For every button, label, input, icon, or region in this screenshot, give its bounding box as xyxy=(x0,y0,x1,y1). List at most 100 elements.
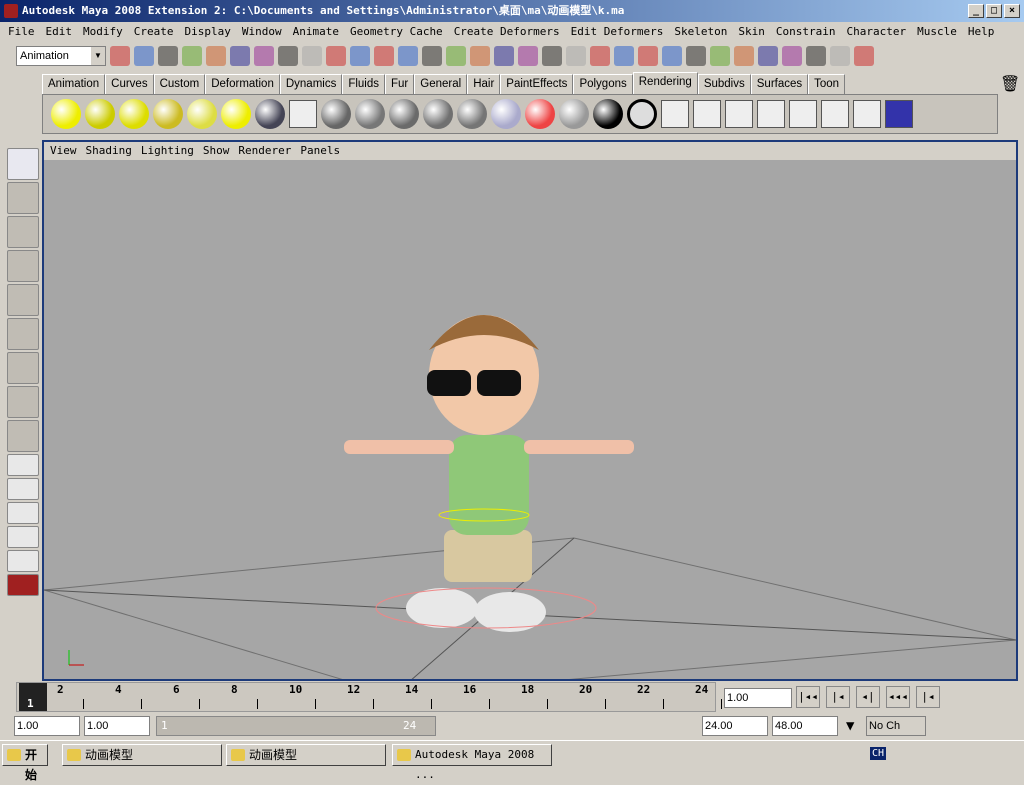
status-tool-icon[interactable] xyxy=(638,46,658,66)
taskbar-item[interactable]: 动画模型 xyxy=(62,744,222,766)
menu-create[interactable]: Create xyxy=(134,22,174,42)
menu-muscle[interactable]: Muscle xyxy=(917,22,957,42)
select-tool-icon[interactable] xyxy=(7,148,39,180)
menu-edit[interactable]: Edit xyxy=(46,22,73,42)
menu-character[interactable]: Character xyxy=(846,22,906,42)
light-icon[interactable] xyxy=(187,99,217,129)
tab-rendering[interactable]: Rendering xyxy=(632,72,698,95)
status-tool-icon[interactable] xyxy=(710,46,730,66)
move-tool-icon[interactable] xyxy=(7,250,39,282)
step-back-button[interactable]: |◂ xyxy=(826,686,850,708)
shader-ball-icon[interactable] xyxy=(423,99,453,129)
status-tool-icon[interactable] xyxy=(518,46,538,66)
status-tool-icon[interactable] xyxy=(782,46,802,66)
status-tool-icon[interactable] xyxy=(758,46,778,66)
menu-geometry-cache[interactable]: Geometry Cache xyxy=(350,22,443,42)
shader-ball-icon[interactable] xyxy=(491,99,521,129)
shader-ball-icon[interactable] xyxy=(321,99,351,129)
tab-painteffects[interactable]: PaintEffects xyxy=(500,74,574,95)
light-icon[interactable] xyxy=(51,99,81,129)
render-icon[interactable] xyxy=(661,100,689,128)
time-slider[interactable]: 1 2 4 6 8 10 12 14 16 18 20 22 24 xyxy=(16,682,722,712)
menu-animate[interactable]: Animate xyxy=(293,22,339,42)
menu-help[interactable]: Help xyxy=(968,22,995,42)
play-back-key-button[interactable]: ◂| xyxy=(856,686,880,708)
render-view-icon[interactable] xyxy=(853,100,881,128)
render-window-icon[interactable] xyxy=(289,100,317,128)
trash-icon[interactable]: 🗑 xyxy=(1000,74,1020,93)
tab-deformation[interactable]: Deformation xyxy=(205,74,280,95)
taskbar-item[interactable]: 动画模型 xyxy=(226,744,386,766)
play-back-button[interactable]: |◂ xyxy=(916,686,940,708)
status-tool-icon[interactable] xyxy=(326,46,346,66)
tab-general[interactable]: General xyxy=(414,74,468,95)
tab-fur[interactable]: Fur xyxy=(385,74,415,95)
shader-ball-icon[interactable] xyxy=(389,99,419,129)
tab-polygons[interactable]: Polygons xyxy=(573,74,633,95)
shader-ball-icon[interactable] xyxy=(525,99,555,129)
status-tool-icon[interactable] xyxy=(446,46,466,66)
status-tool-icon[interactable] xyxy=(734,46,754,66)
menu-modify[interactable]: Modify xyxy=(83,22,123,42)
paint-select-icon[interactable] xyxy=(7,216,39,248)
menu-display[interactable]: Display xyxy=(185,22,231,42)
status-tool-icon[interactable] xyxy=(278,46,298,66)
close-button[interactable]: × xyxy=(1004,4,1020,18)
current-frame-marker[interactable]: 1 xyxy=(19,683,47,711)
viewport-menu-shading[interactable]: Shading xyxy=(86,142,132,160)
menu-skeleton[interactable]: Skeleton xyxy=(674,22,727,42)
character-dropdown-icon[interactable]: ▼ xyxy=(846,718,854,734)
tab-fluids[interactable]: Fluids xyxy=(342,74,386,95)
light-icon[interactable] xyxy=(119,99,149,129)
batch-render-icon[interactable] xyxy=(725,100,753,128)
viewport-menu-renderer[interactable]: Renderer xyxy=(238,142,291,160)
menu-file[interactable]: File xyxy=(8,22,35,42)
shader-ball-icon[interactable] xyxy=(355,99,385,129)
menu-window[interactable]: Window xyxy=(242,22,282,42)
rotate-tool-icon[interactable] xyxy=(7,284,39,316)
shader-ball-icon[interactable] xyxy=(457,99,487,129)
status-tool-icon[interactable] xyxy=(134,46,154,66)
tab-surfaces[interactable]: Surfaces xyxy=(750,74,809,95)
playback-start-field[interactable]: 1.00 xyxy=(84,716,150,736)
input-method-indicator[interactable]: CH xyxy=(870,747,887,760)
shader-ball-icon[interactable] xyxy=(559,99,589,129)
single-view-layout-icon[interactable] xyxy=(7,454,39,476)
status-tool-icon[interactable] xyxy=(398,46,418,66)
viewport-menu-panels[interactable]: Panels xyxy=(300,142,340,160)
menu-skin[interactable]: Skin xyxy=(738,22,765,42)
graph-layout-icon[interactable] xyxy=(7,526,39,548)
status-tool-icon[interactable] xyxy=(374,46,394,66)
maya-logo-icon[interactable] xyxy=(7,574,39,596)
status-tool-icon[interactable] xyxy=(494,46,514,66)
status-tool-icon[interactable] xyxy=(470,46,490,66)
menu-edit-deformers[interactable]: Edit Deformers xyxy=(571,22,664,42)
scale-tool-icon[interactable] xyxy=(7,318,39,350)
light-icon[interactable] xyxy=(85,99,115,129)
last-tool-icon[interactable] xyxy=(7,420,39,452)
menu-create-deformers[interactable]: Create Deformers xyxy=(454,22,560,42)
maximize-button[interactable]: □ xyxy=(986,4,1002,18)
status-tool-icon[interactable] xyxy=(110,46,130,66)
range-slider[interactable]: 1 24 xyxy=(156,716,436,736)
tab-hair[interactable]: Hair xyxy=(467,74,501,95)
status-tool-icon[interactable] xyxy=(182,46,202,66)
status-tool-icon[interactable] xyxy=(806,46,826,66)
delete-render-icon[interactable] xyxy=(821,100,849,128)
status-tool-icon[interactable] xyxy=(350,46,370,66)
status-tool-icon[interactable] xyxy=(614,46,634,66)
menu-constrain[interactable]: Constrain xyxy=(776,22,836,42)
step-back-frame-button[interactable]: ◂◂◂ xyxy=(886,686,910,708)
tab-custom[interactable]: Custom xyxy=(153,74,206,95)
tab-curves[interactable]: Curves xyxy=(105,74,154,95)
status-tool-icon[interactable] xyxy=(254,46,274,66)
status-tool-icon[interactable] xyxy=(206,46,226,66)
viewport-menu-lighting[interactable]: Lighting xyxy=(141,142,194,160)
tab-toon[interactable]: Toon xyxy=(808,74,846,95)
start-time-field[interactable]: 1.00 xyxy=(14,716,80,736)
paint-icon[interactable] xyxy=(885,100,913,128)
status-tool-icon[interactable] xyxy=(662,46,682,66)
current-time-field[interactable]: 1.00 xyxy=(724,688,792,708)
four-view-layout-icon[interactable] xyxy=(7,478,39,500)
hypergraph-layout-icon[interactable] xyxy=(7,550,39,572)
